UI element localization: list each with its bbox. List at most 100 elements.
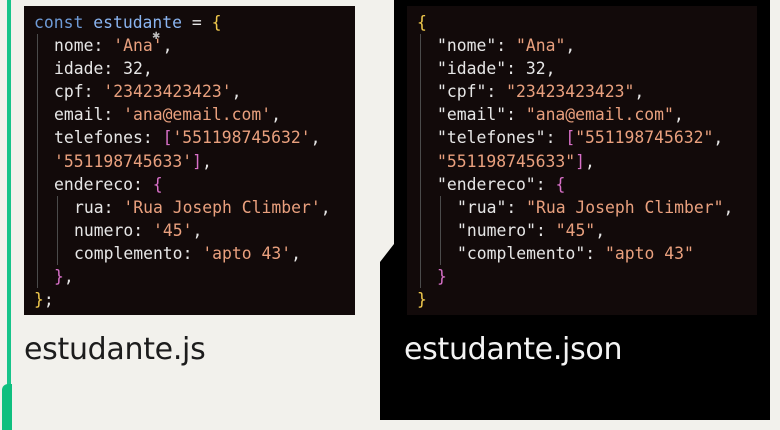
comma: , xyxy=(673,105,684,125)
indent-guide xyxy=(34,57,54,81)
property-key: "cpf" xyxy=(437,82,487,102)
js-file-caption: estudante.js xyxy=(24,332,206,367)
close-brace: } xyxy=(437,267,447,287)
string-value: 'Rua Joseph Climber' xyxy=(123,197,321,217)
number-value: 32 xyxy=(525,59,546,79)
accent-line xyxy=(7,0,11,385)
open-brace: { xyxy=(152,174,163,194)
indent-guide xyxy=(34,218,54,243)
comma: , xyxy=(585,151,595,171)
property-key: idade xyxy=(54,59,104,79)
property-key: endereco xyxy=(54,174,133,194)
indent-guide xyxy=(54,241,74,266)
separator: : xyxy=(132,174,153,194)
indent-guide xyxy=(34,195,54,219)
indent-guide xyxy=(437,195,457,219)
close-bracket: ] xyxy=(192,151,203,171)
string-value: '23423423423' xyxy=(103,82,232,102)
code-line: "telefones": ["551198745632", xyxy=(417,126,757,150)
code-line: const estudante = { xyxy=(34,11,355,34)
separator: : xyxy=(585,243,606,263)
string-value: 'ana@email.com' xyxy=(123,105,272,125)
property-key: telefones xyxy=(54,128,143,148)
comma: , xyxy=(192,220,203,240)
indent-guide xyxy=(34,149,54,173)
property-key: email xyxy=(54,105,104,125)
semicolon: ; xyxy=(43,290,54,310)
code-line: } xyxy=(417,288,757,311)
accent-tab xyxy=(2,384,12,430)
mouse-cursor-icon: ✱ xyxy=(152,31,161,42)
indent-guide xyxy=(417,34,437,58)
indent-guide xyxy=(34,172,54,196)
code-line: "numero": "45", xyxy=(417,218,757,243)
code-line: "cpf": "23423423423", xyxy=(417,80,757,104)
string-value: "apto 43" xyxy=(605,243,694,263)
property-key: numero xyxy=(74,220,134,240)
code-line: "551198745633"], xyxy=(417,149,757,173)
json-file-caption: estudante.json xyxy=(404,332,623,367)
string-value: 'apto 43' xyxy=(202,243,292,263)
open-brace: { xyxy=(555,174,566,194)
separator: : xyxy=(103,59,124,79)
open-bracket: [ xyxy=(162,128,173,148)
code-line: idade: 32, xyxy=(34,57,355,81)
comma: , xyxy=(142,59,153,79)
indent-guide xyxy=(417,103,437,127)
code-line: "email": "ana@email.com", xyxy=(417,103,757,127)
separator: : xyxy=(486,82,507,102)
indent-guide xyxy=(34,80,54,104)
comma: , xyxy=(565,36,576,56)
property-key: complemento xyxy=(74,243,183,263)
open-brace: { xyxy=(417,13,427,32)
property-key: "nome" xyxy=(437,36,497,56)
separator: : xyxy=(545,128,566,148)
comma: , xyxy=(320,197,331,217)
comma: , xyxy=(202,151,212,171)
indent-guide xyxy=(54,195,74,219)
indent-guide xyxy=(417,126,437,150)
comma: , xyxy=(723,197,734,217)
assign-operator: = xyxy=(182,13,212,32)
json-code-block: { "nome": "Ana", "idade": 32, "cpf": "23423… xyxy=(407,6,757,315)
code-line: }, xyxy=(34,265,355,289)
indent-guide xyxy=(34,34,54,58)
code-line: complemento: 'apto 43', xyxy=(34,241,355,266)
right-edge-strip xyxy=(770,0,780,430)
code-line: "idade": 32, xyxy=(417,57,757,81)
number-value: 32 xyxy=(123,59,143,79)
variable-name: estudante xyxy=(93,13,183,32)
comma: , xyxy=(162,36,173,56)
indent-guide xyxy=(34,241,54,266)
code-line: nome: 'Ana', xyxy=(34,34,355,58)
comma: , xyxy=(271,105,281,125)
indent-guide xyxy=(54,218,74,243)
separator: : xyxy=(93,36,114,56)
code-line: "nome": "Ana", xyxy=(417,34,757,58)
indent-guide xyxy=(417,149,437,173)
indent-guide xyxy=(417,172,437,196)
comma: , xyxy=(291,243,301,263)
separator: : xyxy=(535,220,556,240)
property-key: "telefones" xyxy=(437,128,546,148)
code-line: '551198745633'], xyxy=(34,149,355,173)
code-line: rua: 'Rua Joseph Climber', xyxy=(34,195,355,219)
string-value: "551198745633" xyxy=(437,151,576,171)
property-key: rua xyxy=(74,197,104,217)
comma: , xyxy=(545,59,556,79)
string-value: "ana@email.com" xyxy=(525,105,674,125)
comma: , xyxy=(231,82,242,102)
property-key: nome xyxy=(54,36,94,56)
string-value: "Rua Joseph Climber" xyxy=(526,197,724,217)
separator: : xyxy=(83,82,104,102)
comma: , xyxy=(595,220,606,240)
property-key: "complemento" xyxy=(457,243,586,263)
code-line: }; xyxy=(34,288,355,311)
code-line: } xyxy=(417,265,757,289)
indent-guide xyxy=(417,241,437,266)
comma: , xyxy=(310,128,321,148)
separator: : xyxy=(496,36,516,56)
separator: : xyxy=(506,59,526,79)
open-brace: { xyxy=(211,13,222,32)
accent-sidebar xyxy=(0,0,12,430)
